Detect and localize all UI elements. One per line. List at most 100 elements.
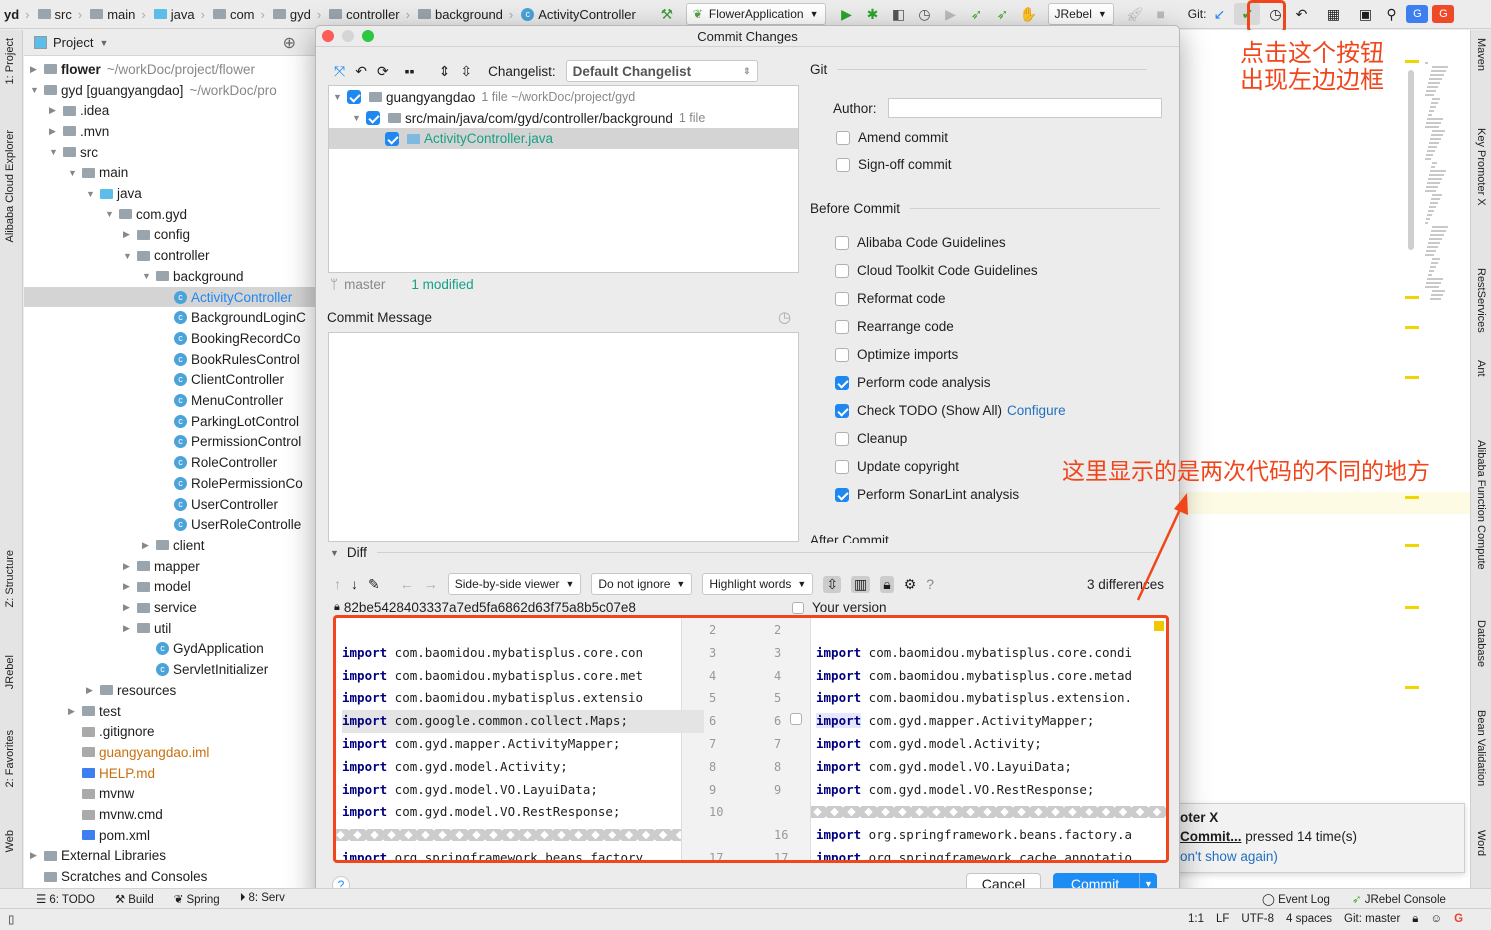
tool-window-tab[interactable]: Maven	[1475, 38, 1487, 71]
change-item[interactable]: ActivityController.java	[329, 128, 798, 150]
project-view-select[interactable]: Project	[53, 35, 93, 50]
collapse-unchanged-icon[interactable]: ⇳	[823, 575, 842, 593]
checkbox[interactable]	[835, 487, 849, 502]
tree-item[interactable]: ▶ mapper	[24, 556, 316, 577]
chevron-right-icon[interactable]: ▶	[123, 623, 137, 634]
help-icon[interactable]: ?	[926, 576, 934, 592]
chevron-right-icon[interactable]: ▶	[142, 540, 156, 551]
highlight-select[interactable]: Highlight words ▼	[702, 573, 814, 595]
tool-window-tab[interactable]: Bean Validation	[1475, 710, 1487, 786]
tree-item[interactable]: c UserRoleControlle	[24, 514, 316, 535]
tool-window-tab[interactable]: Word	[1475, 830, 1487, 856]
include-checkbox[interactable]	[385, 131, 399, 146]
jrebel-select[interactable]: JRebel ▼	[1047, 3, 1114, 25]
revert-icon[interactable]: ↶	[355, 63, 367, 80]
chevron-down-icon[interactable]: ▼	[68, 168, 82, 178]
edit-source-icon[interactable]: ✎	[368, 576, 380, 593]
build-hammer-icon[interactable]: ⚒	[656, 3, 678, 25]
coverage-icon[interactable]: ◧	[888, 3, 910, 25]
tool-window-tab[interactable]: 1: Project	[4, 38, 16, 84]
option-checkbox[interactable]: Sign-off commit	[836, 157, 952, 172]
run-disabled-icon[interactable]: ▶	[940, 3, 962, 25]
close-window-button[interactable]	[322, 30, 334, 42]
debug-icon[interactable]: ✱	[862, 3, 884, 25]
line-separator[interactable]: LF	[1216, 913, 1229, 926]
tree-item[interactable]: ▶ client	[24, 535, 316, 556]
locate-icon[interactable]: ⊕	[283, 33, 296, 53]
include-checkbox[interactable]	[366, 111, 380, 126]
chevron-down-icon[interactable]: ▼	[333, 92, 347, 102]
breadcrumb-item[interactable]: main ›	[86, 7, 150, 22]
chevron-right-icon[interactable]: ▶	[123, 581, 137, 592]
checkbox[interactable]	[836, 130, 850, 145]
tree-item[interactable]: ▶ flower ~/workDoc/project/flower	[24, 59, 316, 80]
tree-item[interactable]: c RolePermissionCo	[24, 473, 316, 494]
breadcrumb-item[interactable]: controller ›	[325, 7, 414, 22]
jrebel-run-icon[interactable]: ➶	[966, 3, 988, 25]
tree-item[interactable]: mvnw	[24, 784, 316, 805]
tree-item[interactable]: ▼ com.gyd	[24, 204, 316, 225]
checkbox[interactable]	[835, 235, 849, 250]
change-item[interactable]: ▼ guangyangdao 1 file ~/workDoc/project/gy…	[329, 87, 798, 108]
translate-icon[interactable]: G	[1406, 5, 1429, 23]
tree-item[interactable]: ▶ config	[24, 225, 316, 246]
tree-item[interactable]: c BookRulesControl	[24, 349, 316, 370]
author-input[interactable]	[888, 98, 1162, 118]
tree-item[interactable]: c MenuController	[24, 390, 316, 411]
tree-item[interactable]: .gitignore	[24, 721, 316, 742]
viewer-select[interactable]: Side-by-side viewer ▼	[447, 573, 582, 595]
breadcrumb-item[interactable]: background ›	[414, 7, 517, 22]
tree-item[interactable]: pom.xml	[24, 825, 316, 846]
tool-window-tab[interactable]: Ant	[1475, 360, 1487, 377]
configure-link[interactable]: Configure	[1007, 403, 1066, 418]
chevron-down-icon[interactable]: ▼	[30, 85, 44, 95]
tree-item[interactable]: guangyangdao.iml	[24, 742, 316, 763]
option-checkbox[interactable]: Perform SonarLint analysis	[835, 487, 1019, 502]
run-icon[interactable]: ▶	[836, 3, 858, 25]
minimize-window-button[interactable]	[342, 30, 354, 42]
checkbox[interactable]	[835, 263, 849, 278]
rollback-icon[interactable]: ↶	[1290, 3, 1312, 25]
tree-item[interactable]: ▶ .idea	[24, 100, 316, 121]
chevron-down-icon[interactable]: ▼	[142, 271, 156, 281]
run-config-select[interactable]: ❦ FlowerApplication ▼	[685, 3, 826, 25]
refresh-icon[interactable]: ⟳	[377, 63, 389, 80]
profile-icon[interactable]: ◷	[914, 3, 936, 25]
tree-item[interactable]: ▶ model	[24, 577, 316, 598]
chevron-right-icon[interactable]: ▶	[68, 706, 82, 717]
chevron-down-icon[interactable]: ▼	[49, 147, 63, 157]
commit-message-input[interactable]	[328, 332, 799, 542]
chevron-down-icon[interactable]: ▼	[352, 113, 366, 123]
bottom-tool-button[interactable]: ☰ 6: TODO	[36, 892, 95, 906]
tool-window-tab[interactable]: Alibaba Function Compute	[1475, 440, 1487, 570]
chevron-right-icon[interactable]: ▶	[30, 850, 44, 861]
tree-item[interactable]: Scratches and Consoles	[24, 866, 316, 887]
tree-item[interactable]: c BackgroundLoginC	[24, 307, 316, 328]
ignore-select[interactable]: Do not ignore ▼	[591, 573, 693, 595]
checkbox[interactable]	[835, 375, 849, 390]
tree-item[interactable]: ▶ .mvn	[24, 121, 316, 142]
git-update-icon[interactable]: ↙	[1208, 3, 1230, 25]
tree-item[interactable]: c GydApplication	[24, 639, 316, 660]
tree-item[interactable]: ▶ util	[24, 618, 316, 639]
file-encoding[interactable]: UTF-8	[1241, 913, 1274, 926]
expand-all-icon[interactable]: ⇕	[439, 63, 451, 80]
tree-item[interactable]: c PermissionControl	[24, 432, 316, 453]
chevron-right-icon[interactable]: ▶	[49, 126, 63, 137]
tree-item[interactable]: c UserController	[24, 494, 316, 515]
checkbox[interactable]	[835, 459, 849, 474]
tree-item[interactable]: ▼ main	[24, 163, 316, 184]
tree-item[interactable]: c ServletInitializer	[24, 659, 316, 680]
bottom-tool-button[interactable]: ⚒ Build	[115, 892, 154, 906]
option-checkbox[interactable]: Perform code analysis	[835, 375, 991, 390]
tool-window-tab[interactable]: Alibaba Cloud Explorer	[4, 130, 16, 243]
settings-gear-icon[interactable]: ⚙	[904, 576, 917, 593]
tree-item[interactable]: ▶ External Libraries	[24, 846, 316, 867]
next-file-icon[interactable]: →	[424, 576, 438, 592]
warning-marker[interactable]	[1405, 376, 1419, 379]
terminal-icon[interactable]: ▣	[1354, 3, 1376, 25]
stop-icon[interactable]: ■	[1150, 3, 1172, 25]
tree-item[interactable]: ▶ service	[24, 597, 316, 618]
breadcrumb-item[interactable]: com ›	[209, 7, 269, 22]
event-log-button[interactable]: ◯ Event Log	[1262, 892, 1330, 906]
